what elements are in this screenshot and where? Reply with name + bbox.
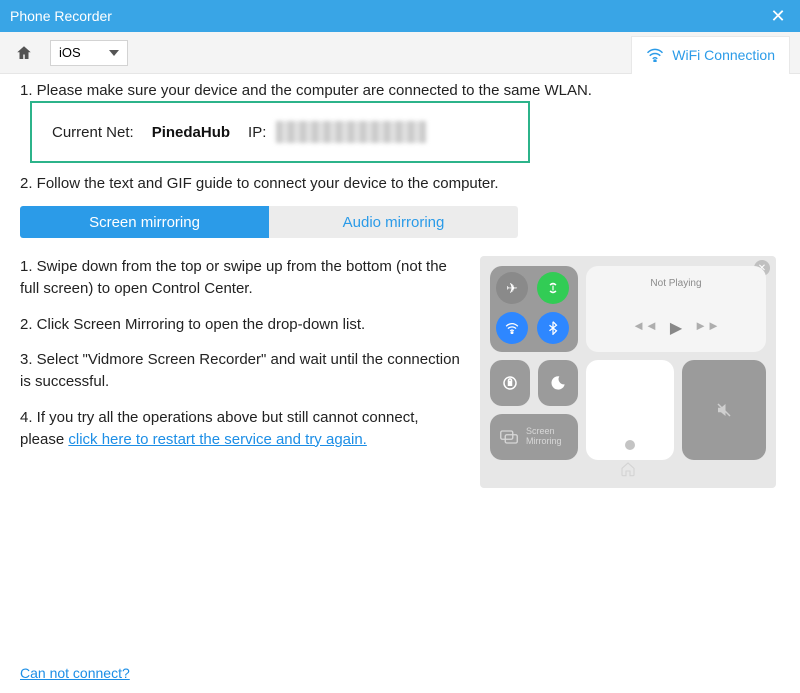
mirroring-tabs: Screen mirroring Audio mirroring bbox=[20, 206, 518, 238]
chevron-down-icon bbox=[109, 50, 119, 56]
prev-track-icon[interactable]: ◄◄ bbox=[632, 318, 658, 338]
cc-now-playing-tile[interactable]: Not Playing ◄◄ ▶ ►► bbox=[586, 266, 766, 352]
ip-label: IP: bbox=[248, 124, 266, 141]
guide-text: 1. Swipe down from the top or swipe up f… bbox=[20, 256, 460, 488]
wifi-toggle-icon[interactable] bbox=[496, 312, 528, 344]
mute-icon bbox=[715, 401, 733, 419]
cc-row2-left bbox=[490, 360, 578, 406]
brightness-slider[interactable] bbox=[586, 360, 674, 460]
wifi-connection-tab[interactable]: WiFi Connection bbox=[631, 36, 790, 74]
close-icon[interactable]: ✕ bbox=[766, 6, 790, 27]
play-icon[interactable]: ▶ bbox=[670, 318, 682, 338]
content: 1. Please make sure your device and the … bbox=[0, 74, 800, 693]
wifi-tab-label: WiFi Connection bbox=[672, 47, 775, 63]
screen-mirroring-tile[interactable]: Screen Mirroring bbox=[490, 414, 578, 460]
window-title: Phone Recorder bbox=[10, 8, 112, 24]
guide-step4: 4. If you try all the operations above b… bbox=[20, 407, 460, 451]
tab-audio-mirroring[interactable]: Audio mirroring bbox=[269, 206, 518, 238]
cc-connectivity-tile: ✈ bbox=[490, 266, 578, 352]
toolbar: iOS WiFi Connection bbox=[0, 32, 800, 74]
os-select[interactable]: iOS bbox=[50, 40, 128, 66]
next-track-icon[interactable]: ►► bbox=[694, 318, 720, 338]
airplane-icon[interactable]: ✈ bbox=[496, 272, 528, 304]
ip-value-blurred bbox=[276, 121, 426, 143]
titlebar: Phone Recorder ✕ bbox=[0, 0, 800, 32]
step1-text: 1. Please make sure your device and the … bbox=[20, 82, 780, 99]
guide-step2: 2. Click Screen Mirroring to open the dr… bbox=[20, 314, 460, 336]
volume-slider[interactable] bbox=[682, 360, 766, 460]
guide-row: 1. Swipe down from the top or swipe up f… bbox=[20, 256, 780, 488]
os-select-label: iOS bbox=[59, 45, 81, 60]
home-icon bbox=[15, 44, 33, 62]
current-net-box: Current Net: PinedaHub IP: bbox=[30, 101, 530, 163]
wifi-icon bbox=[646, 48, 664, 62]
not-playing-label: Not Playing bbox=[650, 278, 701, 289]
bluetooth-icon[interactable] bbox=[537, 312, 569, 344]
current-net-name: PinedaHub bbox=[152, 124, 230, 141]
cellular-icon[interactable] bbox=[537, 272, 569, 304]
screen-mirroring-label: Screen Mirroring bbox=[526, 427, 568, 447]
restart-service-link[interactable]: click here to restart the service and tr… bbox=[68, 431, 366, 448]
screen-mirroring-icon bbox=[500, 430, 518, 444]
do-not-disturb-icon[interactable] bbox=[538, 360, 578, 406]
brightness-icon bbox=[625, 440, 635, 450]
control-center-preview: ✕ ✈ bbox=[480, 256, 776, 488]
orientation-lock-icon[interactable] bbox=[490, 360, 530, 406]
guide-step3: 3. Select "Vidmore Screen Recorder" and … bbox=[20, 349, 460, 393]
cc-home-icon bbox=[620, 461, 636, 480]
step2-text: 2. Follow the text and GIF guide to conn… bbox=[20, 175, 780, 192]
guide-step1: 1. Swipe down from the top or swipe up f… bbox=[20, 256, 460, 300]
home-button[interactable] bbox=[10, 39, 38, 67]
tab-screen-mirroring[interactable]: Screen mirroring bbox=[20, 206, 269, 238]
cannot-connect-link[interactable]: Can not connect? bbox=[20, 665, 130, 681]
current-net-label: Current Net: bbox=[52, 124, 134, 141]
